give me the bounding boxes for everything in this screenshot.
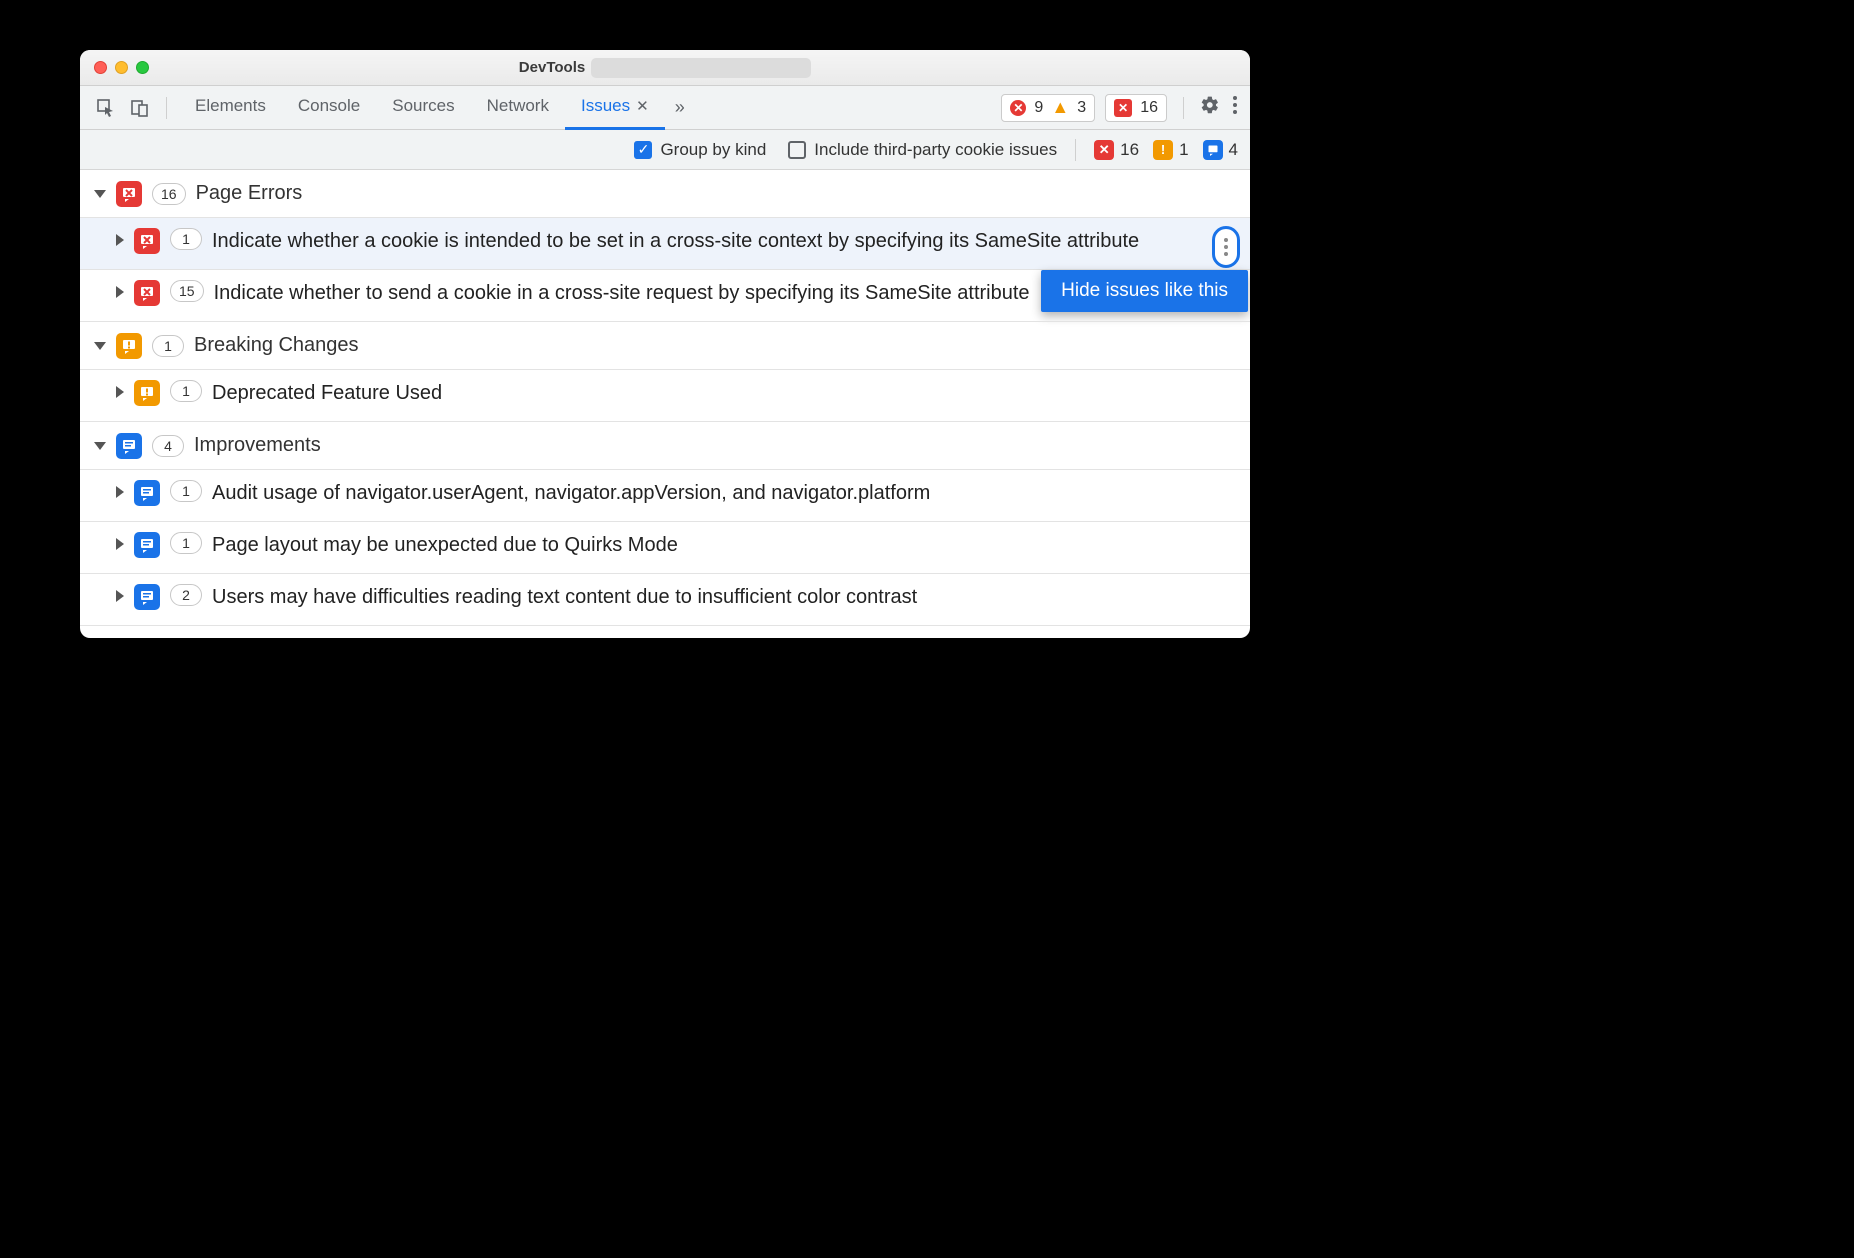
window-zoom-button[interactable]: [136, 61, 149, 74]
issue-title: Users may have difficulties reading text…: [212, 584, 947, 611]
chevron-right-icon: [116, 234, 124, 246]
warning-square-icon: !: [1153, 140, 1173, 160]
issue-title: Indicate whether a cookie is intended to…: [212, 228, 1169, 255]
console-counter[interactable]: ✕ 9 ▲ 3: [1001, 94, 1095, 122]
chevron-right-icon: [116, 286, 124, 298]
issue-row-menu-icon[interactable]: [1212, 226, 1240, 268]
issue-row[interactable]: 1 Deprecated Feature Used: [80, 370, 1250, 422]
tab-network[interactable]: Network: [471, 86, 565, 130]
error-bubble-icon: [116, 181, 142, 207]
error-issue-count[interactable]: ✕ 16: [1094, 140, 1139, 160]
warning-count: 3: [1077, 99, 1086, 117]
window-url-pill: [591, 58, 811, 78]
include-third-party-label: Include third-party cookie issues: [814, 140, 1057, 160]
issue-group-header[interactable]: 16 Page Errors: [80, 170, 1250, 218]
warning-issue-count[interactable]: ! 1: [1153, 140, 1188, 160]
issue-group-title: Improvements: [194, 434, 321, 457]
warning-bubble-icon: [116, 333, 142, 359]
error-count: 9: [1034, 99, 1043, 117]
issue-count-pill: 2: [170, 584, 202, 606]
tab-console[interactable]: Console: [282, 86, 376, 130]
issue-group-header[interactable]: 4 Improvements: [80, 422, 1250, 470]
issue-count-pill: 15: [170, 280, 204, 302]
window-title: DevTools: [519, 59, 585, 76]
issues-list: 16 Page Errors 1 Indicate whether a cook…: [80, 170, 1250, 626]
chevron-right-icon: [116, 386, 124, 398]
tab-elements[interactable]: Elements: [179, 86, 282, 130]
info-bubble-icon: [116, 433, 142, 459]
issue-row[interactable]: 1 Audit usage of navigator.userAgent, na…: [80, 470, 1250, 522]
issue-row[interactable]: 1 Indicate whether a cookie is intended …: [80, 218, 1250, 270]
info-bubble-icon: [134, 584, 160, 610]
issue-count-pill: 1: [170, 480, 202, 502]
tab-sources[interactable]: Sources: [376, 86, 470, 130]
issues-subtoolbar: ✓ Group by kind Include third-party cook…: [80, 130, 1250, 170]
issue-error-icon: ✕: [1114, 99, 1132, 117]
issue-count-pill: 1: [170, 380, 202, 402]
toolbar-separator: [166, 97, 167, 119]
group-by-kind-checkbox[interactable]: ✓ Group by kind: [634, 140, 766, 160]
devtools-window: DevTools Elements Console Sources Networ…: [80, 50, 1250, 638]
close-tab-icon[interactable]: ✕: [636, 97, 649, 115]
issue-title: Audit usage of navigator.userAgent, navi…: [212, 480, 960, 507]
info-issue-count[interactable]: 4: [1203, 140, 1238, 160]
inspect-element-icon[interactable]: [92, 94, 120, 122]
device-toolbar-icon[interactable]: [126, 94, 154, 122]
checkbox-unchecked-icon: [788, 141, 806, 159]
issue-row[interactable]: 2 Users may have difficulties reading te…: [80, 574, 1250, 626]
info-bubble-icon: [134, 480, 160, 506]
devtools-tabs: Elements Console Sources Network Issues …: [179, 86, 695, 130]
issue-group-count: 4: [152, 435, 184, 457]
titlebar: DevTools: [80, 50, 1250, 86]
window-minimize-button[interactable]: [115, 61, 128, 74]
group-by-kind-label: Group by kind: [660, 140, 766, 160]
issue-title: Page layout may be unexpected due to Qui…: [212, 532, 708, 559]
toolbar-menu-icon[interactable]: [1230, 96, 1240, 119]
include-third-party-checkbox[interactable]: Include third-party cookie issues: [788, 140, 1057, 160]
issue-count: 16: [1140, 99, 1158, 117]
error-icon: ✕: [1010, 100, 1026, 116]
settings-icon[interactable]: [1200, 95, 1220, 121]
info-square-icon: [1203, 140, 1223, 160]
chevron-right-icon: [116, 538, 124, 550]
issues-counter[interactable]: ✕ 16: [1105, 94, 1167, 122]
info-bubble-icon: [134, 532, 160, 558]
devtools-toolbar: Elements Console Sources Network Issues …: [80, 86, 1250, 130]
window-close-button[interactable]: [94, 61, 107, 74]
checkbox-checked-icon: ✓: [634, 141, 652, 159]
issue-row[interactable]: 1 Page layout may be unexpected due to Q…: [80, 522, 1250, 574]
issue-group-count: 1: [152, 335, 184, 357]
window-controls: [94, 61, 149, 74]
issue-title: Indicate whether to send a cookie in a c…: [214, 280, 1060, 307]
chevron-right-icon: [116, 590, 124, 602]
issue-row[interactable]: 15 Indicate whether to send a cookie in …: [80, 270, 1250, 322]
toolbar-separator: [1183, 97, 1184, 119]
bottom-padding: [80, 626, 1250, 638]
error-bubble-icon: [134, 280, 160, 306]
issue-group-title: Page Errors: [196, 182, 303, 205]
subbar-separator: [1075, 139, 1076, 161]
issue-group-count: 16: [152, 183, 186, 205]
chevron-right-icon: [116, 486, 124, 498]
chevron-down-icon: [94, 342, 106, 350]
more-tabs-icon[interactable]: »: [665, 97, 695, 118]
error-bubble-icon: [134, 228, 160, 254]
warning-bubble-icon: [134, 380, 160, 406]
issue-group-header[interactable]: 1 Breaking Changes: [80, 322, 1250, 370]
issue-title: Deprecated Feature Used: [212, 380, 472, 407]
issue-count-pill: 1: [170, 532, 202, 554]
issue-count-pill: 1: [170, 228, 202, 250]
chevron-down-icon: [94, 190, 106, 198]
error-square-icon: ✕: [1094, 140, 1114, 160]
warning-icon: ▲: [1051, 99, 1069, 117]
issue-group-title: Breaking Changes: [194, 334, 359, 357]
tab-issues[interactable]: Issues ✕: [565, 86, 665, 130]
chevron-down-icon: [94, 442, 106, 450]
